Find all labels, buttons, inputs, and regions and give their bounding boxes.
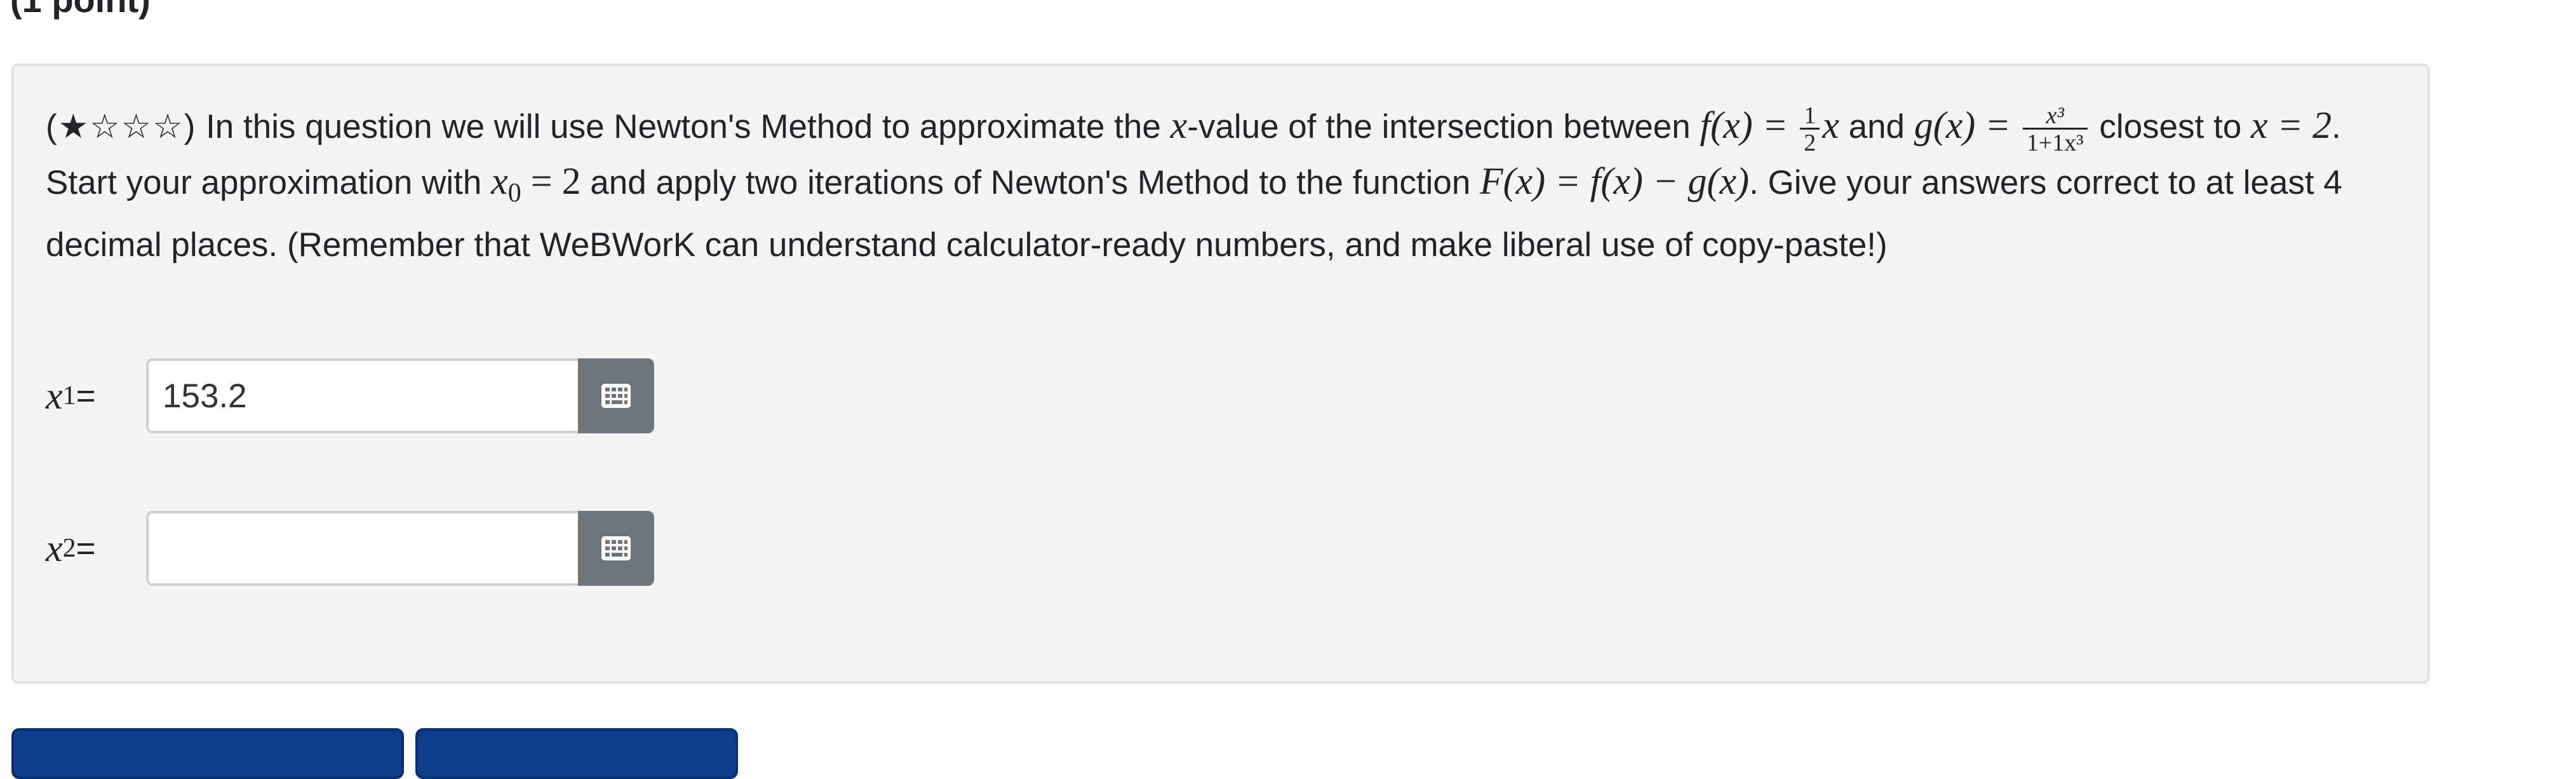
- x0-equals-2: = 2: [521, 159, 581, 202]
- F-definition: F(x) = f(x) − g(x): [1480, 159, 1750, 202]
- answer-label-x2: x2 =: [46, 527, 96, 569]
- g-definition: g(x) =: [1914, 104, 2020, 146]
- points-heading: (1 point): [10, 0, 151, 19]
- answer-row-x2: x2 =: [46, 511, 654, 586]
- g-fraction: x³ 1+1x³: [2022, 104, 2088, 155]
- difficulty-stars: (★☆☆☆): [46, 108, 197, 146]
- answer-input-x1[interactable]: [146, 358, 578, 433]
- answer-input-x2[interactable]: [146, 511, 578, 586]
- answer-row-x1: x1 =: [46, 358, 654, 433]
- and-text: and: [1839, 108, 1914, 146]
- answer-label-x1: x1 =: [46, 374, 96, 417]
- keypad-button-x2[interactable]: [578, 511, 654, 586]
- x-equals-2: x = 2: [2251, 104, 2332, 146]
- preview-answers-button[interactable]: [11, 728, 404, 779]
- submit-answers-button[interactable]: [415, 728, 738, 779]
- intro-text: In this question we will use Newton's Me…: [196, 108, 1171, 146]
- problem-statement: (★☆☆☆) In this question we will use Newt…: [46, 99, 2408, 271]
- x-variable: x: [1170, 104, 1188, 146]
- value-of-text: -value of the intersection between: [1187, 108, 1700, 146]
- calculator-keypad-icon: [601, 536, 631, 560]
- x-after-half: x: [1822, 104, 1839, 146]
- f-definition: f(x) =: [1700, 104, 1798, 146]
- apply-text: and apply two iterations of Newton's Met…: [580, 163, 1480, 201]
- calculator-keypad-icon: [601, 384, 631, 408]
- problem-box: (★☆☆☆) In this question we will use Newt…: [11, 64, 2430, 684]
- closest-to-text: closest to: [2090, 108, 2251, 146]
- half-fraction: 12: [1800, 104, 1820, 155]
- x0-variable: x0: [491, 159, 521, 208]
- keypad-button-x1[interactable]: [578, 358, 654, 433]
